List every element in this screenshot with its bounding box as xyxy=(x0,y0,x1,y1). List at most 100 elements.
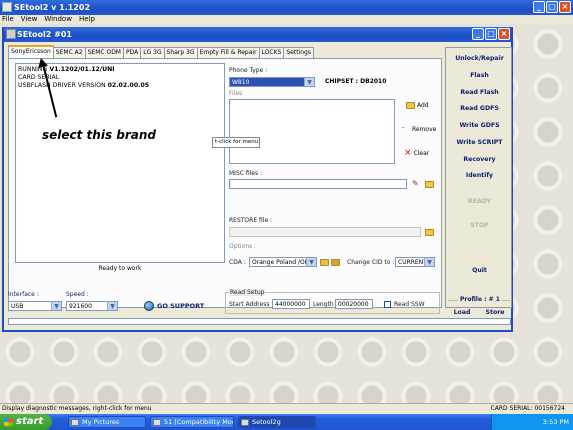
recovery-button[interactable]: Recovery xyxy=(446,156,513,163)
tab-settings[interactable]: Settings xyxy=(283,47,314,58)
close-button[interactable]: × xyxy=(559,1,571,13)
progress-bar xyxy=(8,318,511,325)
cda-save-icon[interactable] xyxy=(331,259,340,266)
globe-icon xyxy=(144,301,154,311)
app-icon xyxy=(2,2,12,12)
chevron-down-icon: ▼ xyxy=(107,302,117,310)
read-setup-group: Read Setup Start Address : 44000000 Leng… xyxy=(225,289,440,314)
ready-status: Ready to work xyxy=(98,265,142,272)
app-icon xyxy=(241,419,249,426)
go-support-button[interactable]: GO SUPPORT xyxy=(144,301,204,311)
minimize-button[interactable]: _ xyxy=(533,1,545,13)
menu-bar: File View Window Help xyxy=(0,15,573,24)
read-flash-button[interactable]: Read Flash xyxy=(446,89,513,96)
speed-select[interactable]: 921600 ▼ xyxy=(66,301,118,311)
unlock-repair-button[interactable]: Unlock/Repair xyxy=(446,55,513,62)
tab-semc-a2[interactable]: SEMC A2 xyxy=(52,47,86,58)
stop-button[interactable]: STOP xyxy=(446,222,513,229)
start-button[interactable]: start xyxy=(0,414,52,430)
clock[interactable]: 3:53 PM xyxy=(543,418,569,426)
maximize-button[interactable]: □ xyxy=(546,1,558,13)
chipset-label: CHIPSET : DB2010 xyxy=(325,78,387,85)
app-title: SEtool2 v 1.1202 xyxy=(14,3,91,12)
files-list[interactable] xyxy=(229,99,395,164)
options-label: Options : xyxy=(229,243,257,250)
clear-button[interactable]: × Clear xyxy=(404,148,429,158)
tab-semc-odm[interactable]: SEMC ODM xyxy=(84,47,124,58)
interface-select[interactable]: USB ▼ xyxy=(8,301,62,311)
misc-folder-icon[interactable] xyxy=(425,181,434,188)
annotation-text: select this brand xyxy=(42,128,157,142)
brand-tabs: SonyEricsson SEMC A2 SEMC ODM PDA LG 3G … xyxy=(8,45,314,58)
taskbar: start My Pictures 51 [Compatibility Mod.… xyxy=(0,414,573,430)
read-ssw-checkbox[interactable] xyxy=(384,300,391,308)
windows-logo-icon xyxy=(4,418,13,426)
menu-window[interactable]: Window xyxy=(44,15,72,24)
flash-button[interactable]: Flash xyxy=(446,72,513,79)
task-setool2g[interactable]: Setool2g xyxy=(238,416,316,428)
change-cid-label: Change CID to : xyxy=(347,259,395,266)
document-icon xyxy=(153,419,161,426)
tab-lg-3g[interactable]: LG 3G xyxy=(140,47,165,58)
length-input[interactable]: 00020000 xyxy=(335,299,373,309)
tool-close-button[interactable]: × xyxy=(498,28,510,40)
tool-maximize-button[interactable]: □ xyxy=(485,28,497,40)
tab-locks[interactable]: LOCKS xyxy=(258,47,285,58)
identify-button[interactable]: Identify xyxy=(446,172,513,179)
misc-files-label: MISC files : xyxy=(229,170,263,177)
command-panel: Unlock/Repair Flash Read Flash Read GDFS… xyxy=(445,47,512,308)
tool-window: SEtool2 #01 _ □ × SonyEricsson SEMC A2 S… xyxy=(2,27,513,332)
restore-file-label: RESTORE file : xyxy=(229,217,273,224)
restore-file-input[interactable] xyxy=(229,227,421,237)
change-cid-select[interactable]: CURRENT ▼ xyxy=(395,257,435,267)
tab-pda[interactable]: PDA xyxy=(123,47,142,58)
menu-view[interactable]: View xyxy=(21,15,38,24)
chevron-down-icon: ▼ xyxy=(304,78,314,86)
task-word-document[interactable]: 51 [Compatibility Mod... xyxy=(150,416,234,428)
ready-button[interactable]: READY xyxy=(446,198,513,205)
cda-select[interactable]: Orange Poland /OR/▼ xyxy=(249,257,317,267)
task-my-pictures[interactable]: My Pictures xyxy=(68,416,146,428)
chevron-down-icon: ▼ xyxy=(424,258,434,266)
phone-type-select[interactable]: W810 ▼ xyxy=(229,77,315,87)
profile-label: Profile : # 1 xyxy=(460,296,500,303)
tab-empty-fill-repair[interactable]: Empty Fill & Repair xyxy=(196,47,260,58)
start-address-input[interactable]: 44000000 xyxy=(272,299,310,309)
clear-x-icon: × xyxy=(404,148,412,158)
log-output[interactable]: RUNNING V1.1202/01.12/UNI CARD SERIAL US… xyxy=(15,63,225,263)
log-line: CARD SERIAL xyxy=(18,74,60,81)
remove-button[interactable]: ⁻ Remove xyxy=(401,125,436,133)
tab-sonyericsson[interactable]: SonyEricsson xyxy=(8,45,54,58)
context-menu-hint: t-click for menu xyxy=(212,137,260,148)
menu-file[interactable]: File xyxy=(2,15,14,24)
read-setup-title: Read Setup xyxy=(229,289,266,296)
chevron-down-icon: ▼ xyxy=(51,302,61,310)
edit-pen-icon[interactable]: ✎ xyxy=(412,180,419,188)
write-script-button[interactable]: Write SCRIPT xyxy=(446,139,513,146)
status-message: Display diagnostic messages, right-click… xyxy=(2,405,152,412)
speed-label: Speed : xyxy=(66,291,89,298)
system-tray: 3:53 PM xyxy=(491,414,573,430)
write-gdfs-button[interactable]: Write GDFS xyxy=(446,122,513,129)
restore-folder-icon[interactable] xyxy=(425,229,434,236)
read-gdfs-button[interactable]: Read GDFS xyxy=(446,105,513,112)
tab-sharp-3g[interactable]: Sharp 3G xyxy=(163,47,198,58)
store-button[interactable]: Store xyxy=(478,309,512,316)
tool-window-title: SEtool2 #01 xyxy=(17,30,72,39)
misc-files-input[interactable] xyxy=(229,179,407,189)
sonyericsson-panel: RUNNING V1.1202/01.12/UNI CARD SERIAL US… xyxy=(8,58,442,308)
cda-label: CDA : xyxy=(229,259,246,266)
tool-window-icon xyxy=(6,29,16,39)
quit-button[interactable]: Quit xyxy=(446,267,513,274)
tool-window-title-bar: SEtool2 #01 _ □ × xyxy=(4,27,511,42)
tool-minimize-button[interactable]: _ xyxy=(472,28,484,40)
phone-type-label: Phone Type : xyxy=(229,67,268,74)
add-button[interactable]: Add xyxy=(406,102,429,109)
menu-help[interactable]: Help xyxy=(79,15,95,24)
card-serial-status: CARD SERIAL: 00156724 xyxy=(490,405,565,412)
load-button[interactable]: Load xyxy=(445,309,479,316)
cda-load-icon[interactable] xyxy=(320,259,329,266)
log-line: RUNNING V1.1202/01.12/UNI xyxy=(18,66,115,73)
start-address-label: Start Address : xyxy=(229,301,274,308)
status-bar: Display diagnostic messages, right-click… xyxy=(0,403,573,414)
